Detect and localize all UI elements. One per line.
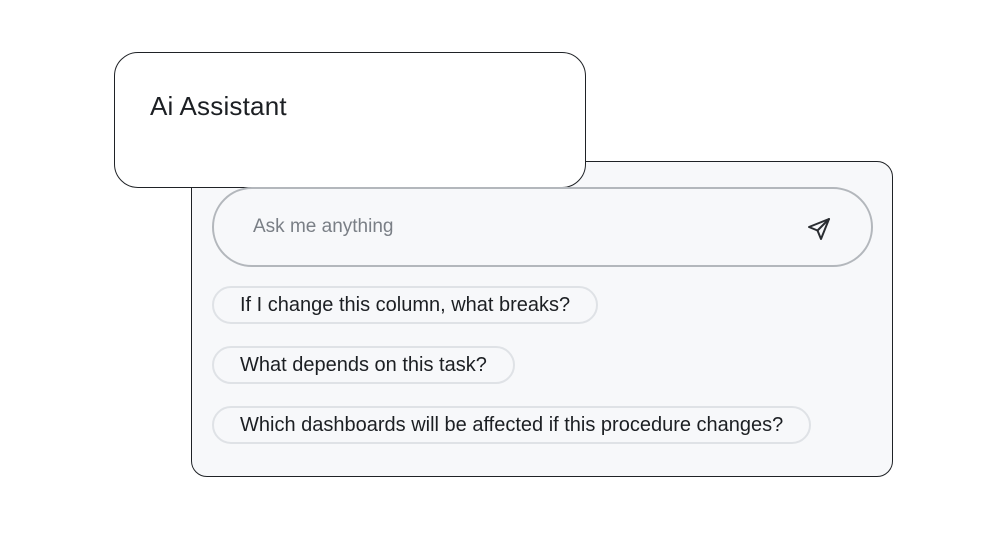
- suggestion-chip[interactable]: Which dashboards will be affected if thi…: [212, 406, 812, 444]
- send-button[interactable]: [805, 215, 833, 243]
- title-card: Ai Assistant: [114, 52, 586, 188]
- ask-bar: [212, 187, 873, 267]
- suggestion-chip[interactable]: If I change this column, what breaks?: [212, 286, 599, 324]
- suggestion-chip[interactable]: What depends on this task?: [212, 346, 515, 384]
- assistant-stage: Ai Assistant If I change this column, wh…: [0, 0, 1008, 560]
- page-title: Ai Assistant: [150, 91, 287, 121]
- send-icon: [808, 218, 830, 240]
- ask-input[interactable]: [253, 211, 773, 243]
